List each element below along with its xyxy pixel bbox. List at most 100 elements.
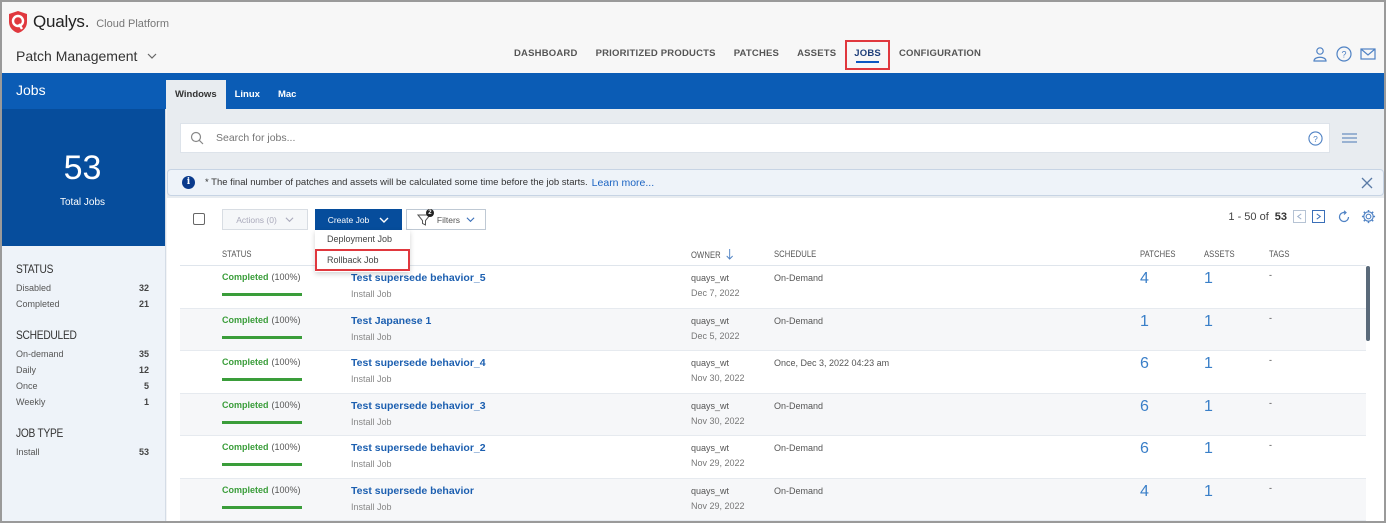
progress-fill	[222, 420, 302, 424]
settings-gear-icon[interactable]	[1361, 209, 1376, 224]
next-page-button[interactable]	[1312, 210, 1325, 223]
col-tags[interactable]: TAGS	[1269, 249, 1290, 259]
chevron-left-icon	[1296, 213, 1302, 220]
job-name-link[interactable]: Test supersede behavior	[351, 485, 474, 497]
mail-icon[interactable]	[1360, 46, 1376, 62]
patches-count-link[interactable]: 1	[1140, 313, 1149, 331]
status-cell: Completed (100%)	[222, 272, 301, 282]
status-percent: (100%)	[271, 399, 301, 410]
job-tags: -	[1269, 312, 1272, 323]
table-row[interactable]: Completed (100%) Test supersede behavior_…	[180, 436, 1366, 479]
assets-count-link[interactable]: 1	[1204, 270, 1213, 288]
prev-page-button[interactable]	[1293, 210, 1306, 223]
col-assets[interactable]: ASSETS	[1204, 249, 1235, 259]
table-scrollbar[interactable]	[1366, 266, 1370, 341]
job-tags: -	[1269, 397, 1272, 408]
col-owner[interactable]: OWNER	[691, 249, 734, 260]
progress-fill	[222, 293, 302, 296]
job-type: Install Job	[351, 331, 392, 342]
select-all-checkbox[interactable]	[193, 213, 205, 225]
menu-item-rollback-job[interactable]: Rollback Job	[315, 249, 410, 271]
nav-patches[interactable]: PATCHES	[725, 40, 788, 70]
facet-count: 5	[143, 381, 149, 391]
job-owner: quays_wt	[691, 358, 730, 368]
job-name-link[interactable]: Test supersede behavior_2	[351, 442, 486, 454]
table-row[interactable]: Completed (100%) Test supersede behavior_…	[180, 351, 1366, 394]
search-help-icon[interactable]: ?	[1308, 131, 1323, 146]
table-row[interactable]: Completed (100%) Test supersede behavior …	[180, 478, 1366, 521]
nav-dashboard[interactable]: DASHBOARD	[505, 40, 587, 70]
assets-count-link[interactable]: 1	[1204, 355, 1213, 373]
module-switcher[interactable]: Patch Management	[16, 48, 157, 64]
assets-count-link[interactable]: 1	[1204, 483, 1213, 501]
progress-bar	[222, 463, 302, 466]
patches-count-link[interactable]: 6	[1140, 355, 1149, 373]
brand-name: Qualys.	[33, 12, 90, 31]
pager-total: 53	[1274, 210, 1287, 223]
tab-windows[interactable]: Windows	[166, 80, 226, 109]
col-schedule[interactable]: SCHEDULE	[774, 249, 816, 259]
patches-count-link[interactable]: 6	[1140, 440, 1149, 458]
assets-count-link[interactable]: 1	[1204, 398, 1213, 416]
qualys-shield-icon	[9, 11, 27, 33]
job-owner: quays_wt	[691, 443, 730, 453]
hamburger-menu-icon[interactable]	[1342, 131, 1357, 145]
status-text: Completed	[222, 399, 269, 410]
col-status[interactable]: STATUS	[222, 249, 252, 259]
facet-item-disabled[interactable]: Disabled 32	[16, 280, 149, 296]
job-name-link[interactable]: Test supersede behavior_5	[351, 272, 486, 284]
nav-prioritized-products[interactable]: PRIORITIZED PRODUCTS	[587, 40, 725, 70]
facet-item-install[interactable]: Install 53	[16, 444, 149, 460]
facet-item-weekly[interactable]: Weekly 1	[16, 394, 149, 410]
nav-assets[interactable]: ASSETS	[788, 40, 845, 70]
job-name-link[interactable]: Test supersede behavior_3	[351, 400, 486, 412]
nav-jobs[interactable]: JOBS	[845, 40, 890, 70]
table-row[interactable]: Completed (100%) Test supersede behavior_…	[180, 266, 1366, 309]
status-text: Completed	[222, 314, 269, 325]
job-type: Install Job	[351, 501, 392, 512]
learn-more-link[interactable]: Learn more...	[592, 177, 654, 189]
status-cell: Completed (100%)	[222, 442, 301, 452]
svg-text:?: ?	[1313, 134, 1318, 144]
assets-count-link[interactable]: 1	[1204, 313, 1213, 331]
user-icon[interactable]	[1312, 46, 1328, 62]
svg-text:?: ?	[1341, 50, 1346, 60]
brand-logo[interactable]: Qualys. Cloud Platform	[8, 10, 169, 34]
total-jobs-card: 53 Total Jobs	[0, 109, 165, 246]
patches-count-link[interactable]: 4	[1140, 483, 1149, 501]
facet-label: On-demand	[16, 349, 64, 359]
search-input[interactable]	[216, 132, 1329, 144]
tab-mac[interactable]: Mac	[269, 80, 305, 109]
job-name-link[interactable]: Test supersede behavior_4	[351, 357, 486, 369]
status-percent: (100%)	[271, 272, 301, 282]
status-text: Completed	[222, 484, 269, 495]
progress-bar	[222, 505, 302, 509]
tab-linux[interactable]: Linux	[226, 80, 269, 109]
patches-count-link[interactable]: 4	[1140, 270, 1149, 288]
create-job-button[interactable]: Create Job	[315, 209, 402, 230]
job-tags: -	[1269, 440, 1272, 450]
facet-item-daily[interactable]: Daily 12	[16, 362, 149, 378]
progress-bar	[222, 293, 302, 296]
help-icon[interactable]: ?	[1336, 46, 1352, 62]
job-schedule: On-Demand	[774, 443, 824, 453]
facet-item-once[interactable]: Once 5	[16, 378, 149, 394]
facet-item-on-demand[interactable]: On-demand 35	[16, 346, 149, 362]
refresh-icon[interactable]	[1337, 209, 1351, 224]
facet-item-completed[interactable]: Completed 21	[16, 296, 149, 312]
banner-text: * The final number of patches and assets…	[205, 177, 588, 188]
table-row[interactable]: Completed (100%) Test supersede behavior_…	[180, 393, 1366, 436]
assets-count-link[interactable]: 1	[1204, 440, 1213, 458]
facet-label: Daily	[16, 365, 37, 375]
filters-button[interactable]: 2 Filters	[406, 208, 486, 230]
close-icon[interactable]	[1361, 177, 1373, 189]
table-row[interactable]: Completed (100%) Test Japanese 1 Install …	[180, 308, 1366, 351]
patches-count-link[interactable]: 6	[1140, 398, 1149, 416]
job-date: Nov 29, 2022	[691, 500, 745, 511]
menu-item-deployment-job[interactable]: Deployment Job	[315, 230, 410, 249]
job-name-link[interactable]: Test Japanese 1	[351, 315, 431, 327]
progress-fill	[222, 463, 302, 466]
actions-button[interactable]: Actions (0)	[222, 209, 308, 230]
col-patches[interactable]: PATCHES	[1140, 249, 1176, 259]
nav-configuration[interactable]: CONFIGURATION	[890, 40, 990, 70]
